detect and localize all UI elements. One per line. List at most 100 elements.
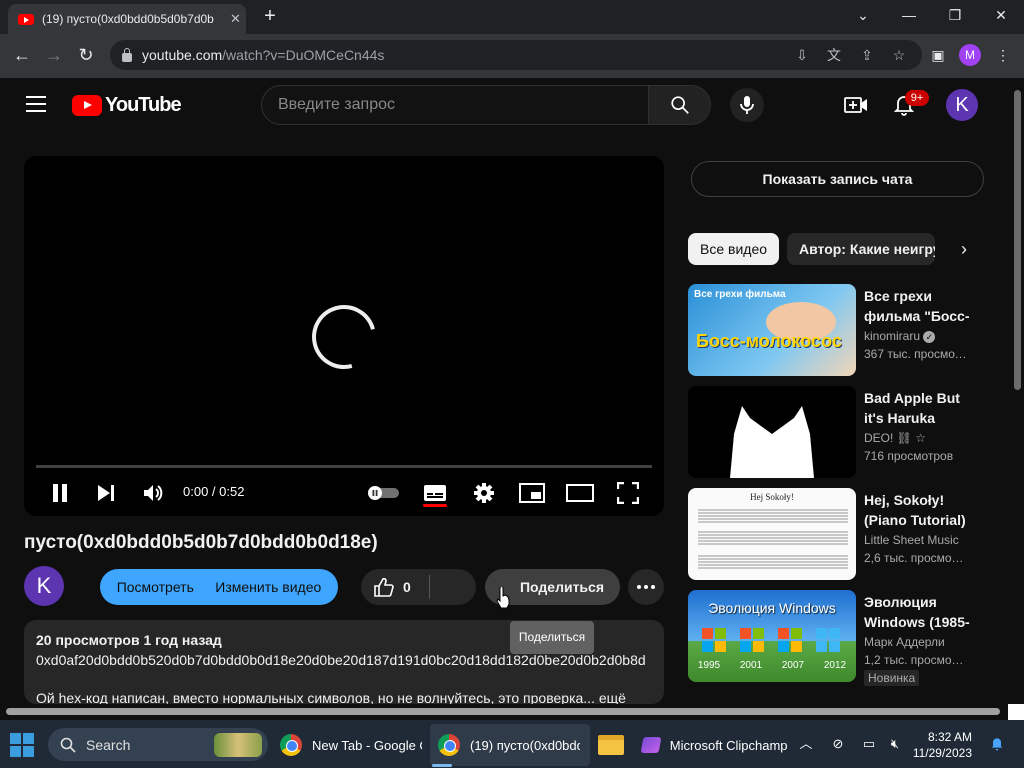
- tray-overflow-chevron-icon[interactable]: ︿: [797, 735, 815, 753]
- gear-icon: [474, 483, 494, 503]
- channel-avatar[interactable]: K: [24, 566, 64, 606]
- active-window-indicator: [432, 764, 452, 767]
- show-chat-replay-button[interactable]: Показать запись чата: [691, 161, 984, 197]
- search-icon: [670, 96, 689, 114]
- start-button[interactable]: [10, 733, 34, 757]
- recommendation-channel: Little Sheet Music: [864, 533, 959, 547]
- browser-menu-icon[interactable]: ⋮: [994, 46, 1012, 64]
- account-avatar[interactable]: K: [946, 89, 978, 121]
- no-internet-icon[interactable]: ⊘: [829, 735, 847, 753]
- notification-center-bell-icon[interactable]: [988, 735, 1006, 753]
- taskbar-app-clipchamp[interactable]: Microsoft Clipchamp: [634, 724, 794, 766]
- share-label: Поделиться: [519, 579, 604, 595]
- pause-button[interactable]: [48, 480, 72, 506]
- taskbar-search[interactable]: Search: [48, 728, 268, 761]
- edit-video-button[interactable]: Изменить видео: [215, 579, 321, 595]
- window-close-button[interactable]: ✕: [978, 4, 1024, 28]
- search-box[interactable]: [261, 85, 649, 125]
- year-label: 1995: [697, 660, 721, 671]
- recommendation-channel: DEO! ⛓ ☆: [864, 431, 926, 445]
- volume-muted-icon[interactable]: 🔇︎: [886, 735, 904, 753]
- thumbnail-silhouette: [730, 406, 814, 478]
- clock-date: 11/29/2023: [912, 746, 972, 760]
- recommendation-channel: Марк Аддерли: [864, 635, 945, 649]
- watch-analytics-button[interactable]: Посмотреть: [117, 579, 194, 595]
- windows-logo-icon: [740, 628, 764, 652]
- volume-icon: [144, 485, 163, 501]
- minimize-button[interactable]: —: [886, 4, 932, 28]
- like-divider: [428, 575, 430, 599]
- tab-close-icon[interactable]: ✕: [230, 11, 241, 27]
- restore-button[interactable]: ❐: [932, 4, 978, 28]
- vertical-scrollbar-thumb[interactable]: [1014, 90, 1021, 390]
- volume-button[interactable]: [141, 480, 165, 506]
- menu-hamburger-icon[interactable]: [26, 96, 46, 112]
- recommendation-title: Bad Apple But it's Haruka Kokonoe: [864, 390, 960, 426]
- video-thumbnail: Hej Sokoły!: [688, 488, 856, 580]
- search-input[interactable]: [278, 96, 648, 114]
- side-panel-icon[interactable]: ▣: [929, 46, 947, 64]
- lock-icon: [122, 47, 132, 62]
- hand-cursor-icon: [496, 587, 510, 609]
- taskbar-app-chrome-newtab[interactable]: New Tab - Google Chrome: [272, 724, 422, 766]
- clock-time: 8:32 AM: [927, 730, 972, 744]
- thumbnail-caption: Все грехи фильма: [694, 289, 786, 300]
- next-button[interactable]: [94, 480, 118, 506]
- chip-all-videos[interactable]: Все видео: [688, 233, 780, 265]
- description-text: Ой hex-код написан, вместо нормальных си…: [36, 690, 626, 704]
- chip-from-author[interactable]: Автор: Какие неигрушки: [787, 233, 935, 265]
- recommendation-views: 716 просмотров: [864, 449, 954, 463]
- share-page-icon[interactable]: ⇪: [858, 46, 876, 64]
- miniplayer-button[interactable]: [519, 480, 545, 506]
- search-highlight-image: [214, 732, 262, 757]
- forward-button[interactable]: →: [42, 44, 66, 68]
- reload-button[interactable]: ↻: [74, 44, 98, 68]
- recommendation-item[interactable]: Hej Sokoły! Hej, Sokoły! (Piano Tutorial…: [688, 488, 984, 580]
- taskbar-app-chrome-youtube[interactable]: (19) пусто(0xd0bdd0b5d0b7d0b: [430, 724, 590, 766]
- recommendation-title: Все грехи фильма "Босс-молокосос": [864, 288, 970, 324]
- recommendation-channel: kinomiraru ✓: [864, 329, 936, 343]
- windows-logo-icon: [778, 628, 802, 652]
- owner-actions: Посмотреть Изменить видео: [100, 569, 338, 605]
- dot-icon: [651, 585, 655, 589]
- progress-bar[interactable]: [36, 465, 652, 468]
- theater-mode-button[interactable]: [566, 480, 594, 506]
- subtitles-button[interactable]: [423, 480, 447, 506]
- thumbs-up-icon[interactable]: [373, 577, 395, 597]
- recommendation-item[interactable]: Bad Apple But it's Haruka Kokonoe DEO! ⛓…: [688, 386, 984, 478]
- bookmark-star-icon[interactable]: ☆: [890, 46, 908, 64]
- new-tab-button[interactable]: +: [258, 6, 282, 28]
- time-display: 0:00 / 0:52: [183, 484, 245, 499]
- search-button[interactable]: [648, 85, 711, 125]
- recommendation-title: Эволюция Windows (1985-2012): [864, 594, 970, 630]
- chip-scroll-right-icon[interactable]: ›: [955, 240, 973, 258]
- video-thumbnail: [688, 386, 856, 478]
- search-icon: [60, 737, 76, 753]
- share-tooltip: Поделиться: [510, 621, 594, 654]
- chrome-icon: [438, 734, 460, 756]
- taskbar-file-explorer[interactable]: [590, 724, 630, 766]
- more-actions-button[interactable]: [628, 569, 664, 605]
- network-icon[interactable]: ▭: [860, 735, 878, 753]
- recommendation-views: 2,6 тыс. просмотров: [864, 551, 968, 565]
- year-label: 2007: [781, 660, 805, 671]
- horizontal-scrollbar-thumb[interactable]: [6, 708, 1000, 715]
- browser-profile-avatar[interactable]: M: [959, 44, 981, 66]
- autoplay-toggle[interactable]: [366, 480, 402, 506]
- windows-logo-icon: [816, 628, 840, 652]
- browser-tab-active[interactable]: (19) пусто(0xd0bdd0b5d0b7d0b ✕: [8, 4, 246, 34]
- create-video-button[interactable]: [844, 94, 868, 116]
- dislike-button[interactable]: [434, 575, 474, 599]
- fullscreen-button[interactable]: [616, 480, 640, 506]
- translate-icon[interactable]: 文: [825, 46, 843, 64]
- settings-button[interactable]: [472, 480, 496, 506]
- back-button[interactable]: ←: [10, 44, 34, 68]
- taskbar-clock[interactable]: 8:32 AM 11/29/2023: [912, 729, 972, 761]
- youtube-logo[interactable]: YouTube: [72, 94, 182, 117]
- voice-search-button[interactable]: [730, 88, 764, 122]
- chrome-icon: [280, 734, 302, 756]
- recommendation-item[interactable]: Все грехи фильма Босс-молокосос Все грех…: [688, 284, 984, 376]
- recommendation-item[interactable]: Эволюция Windows 1995 2001 2007 2012 Эво…: [688, 590, 984, 686]
- install-app-icon[interactable]: ⇩: [793, 46, 811, 64]
- tab-search-chevron-icon[interactable]: ⌄: [840, 4, 886, 28]
